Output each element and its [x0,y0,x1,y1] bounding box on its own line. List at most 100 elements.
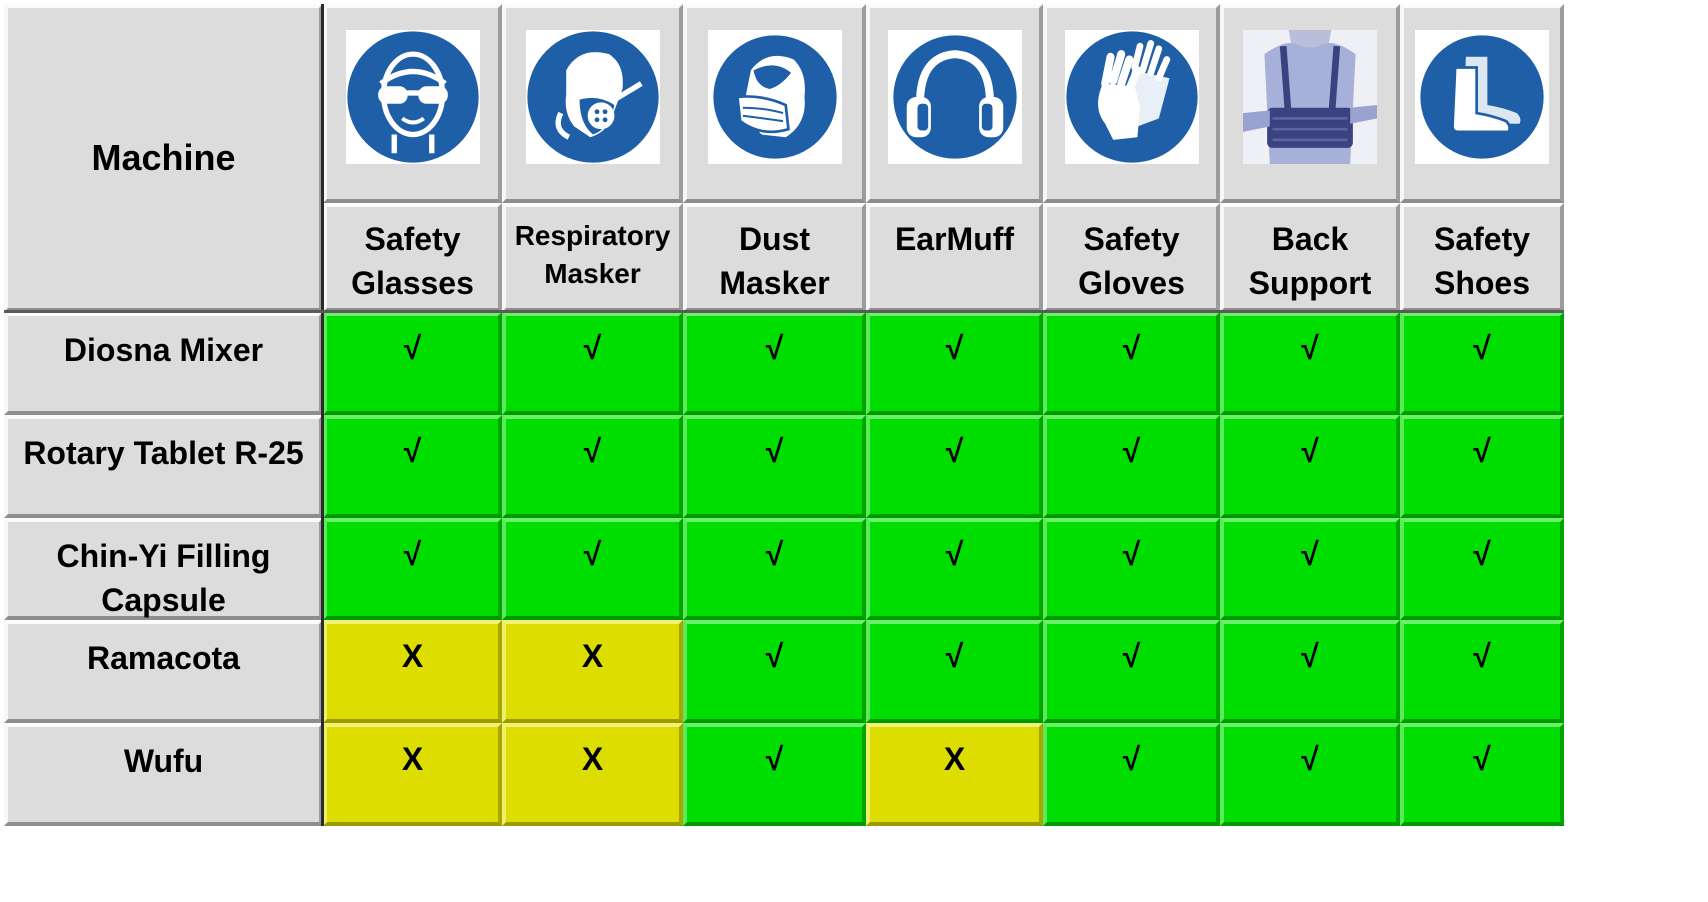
ppe-required-cell: √ [1400,415,1564,518]
ppe-required-cell: √ [1400,312,1564,415]
ppe-not-required-cell: X [323,723,502,826]
machine-name: Chin-Yi Filling Capsule [56,538,271,618]
machine-name: Wufu [123,743,204,779]
ppe-required-cell: √ [683,620,866,723]
check-mark: √ [1301,741,1319,777]
safety-shoes-icon [1415,30,1549,164]
row-label-machine: Rotary Tablet R-25 [4,415,323,518]
check-mark: √ [403,536,422,572]
ppe-required-cell: √ [502,415,683,518]
dust-mask-icon [707,30,842,164]
horizontal-divider-line [4,310,1564,313]
x-mark: X [401,741,424,777]
column-header-dust-masker: Dust Masker [683,203,866,312]
x-mark: X [401,638,424,674]
ppe-matrix-table: Machine Safety Glasses Respiratory Maske… [0,0,1708,902]
column-header-label: Safety Shoes [1433,221,1531,301]
column-header-safety-gloves: Safety Gloves [1043,203,1220,312]
ppe-required-cell: √ [683,415,866,518]
column-header-label: Safety Gloves [1078,221,1185,301]
safety-gloves-icon [1064,30,1199,164]
ppe-required-cell: √ [323,312,502,415]
column-header-earmuff: EarMuff [866,203,1043,312]
column-header-label: Back Support [1248,221,1372,301]
ppe-required-cell: √ [683,312,866,415]
ppe-required-cell: √ [1400,518,1564,620]
x-mark: X [581,638,604,674]
column-header-safety-shoes: Safety Shoes [1400,203,1564,312]
ppe-required-cell: √ [1220,518,1400,620]
check-mark: √ [765,330,784,366]
check-mark: √ [765,433,784,469]
check-mark: √ [1473,330,1491,366]
check-mark: √ [1122,433,1141,469]
column-header-label: Respiratory Masker [514,220,671,289]
row-label-machine: Wufu [4,723,323,826]
check-mark: √ [1473,741,1491,777]
ppe-required-cell: √ [1043,723,1220,826]
check-mark: √ [945,638,964,674]
check-mark: √ [583,330,602,366]
ppe-required-cell: √ [323,415,502,518]
check-mark: √ [403,433,422,469]
check-mark: √ [583,433,602,469]
machine-header: Machine [4,4,323,312]
machine-header-label: Machine [91,137,236,178]
check-mark: √ [1122,536,1141,572]
respirator-icon [525,30,660,164]
check-mark: √ [583,536,602,572]
ppe-required-cell: √ [866,312,1043,415]
ppe-required-cell: √ [502,518,683,620]
check-mark: √ [1301,536,1319,572]
row-label-machine: Diosna Mixer [4,312,323,415]
x-mark: X [581,741,604,777]
row-label-machine: Chin-Yi Filling Capsule [4,518,323,620]
check-mark: √ [1122,638,1141,674]
safety-glasses-icon [345,30,480,164]
column-header-safety-glasses: Safety Glasses [323,203,502,312]
ppe-not-required-cell: X [866,723,1043,826]
check-mark: √ [765,536,784,572]
ppe-required-cell: √ [866,518,1043,620]
column-header-back-support: Back Support [1220,203,1400,312]
check-mark: √ [403,330,422,366]
check-mark: √ [1122,330,1141,366]
check-mark: √ [1473,433,1491,469]
check-mark: √ [1122,741,1141,777]
ppe-required-cell: √ [866,415,1043,518]
ppe-required-cell: √ [1220,723,1400,826]
ppe-required-cell: √ [1043,415,1220,518]
column-header-respiratory-masker: Respiratory Masker [502,203,683,312]
ppe-required-cell: √ [502,312,683,415]
ppe-required-cell: √ [1043,518,1220,620]
ppe-required-cell: √ [1220,620,1400,723]
check-mark: √ [945,536,964,572]
ppe-not-required-cell: X [502,620,683,723]
column-header-label: Safety Glasses [351,221,474,301]
ppe-required-cell: √ [323,518,502,620]
earmuff-icon [887,30,1022,164]
back-support-icon [1243,30,1377,164]
check-mark: √ [765,638,784,674]
ppe-required-cell: √ [683,723,866,826]
ppe-required-cell: √ [1220,312,1400,415]
ppe-required-cell: √ [683,518,866,620]
check-mark: √ [945,433,964,469]
column-header-label: Dust Masker [719,221,830,301]
column-header-label: EarMuff [894,221,1015,257]
ppe-required-cell: √ [1400,620,1564,723]
check-mark: √ [1301,638,1319,674]
check-mark: √ [1473,536,1491,572]
check-mark: √ [945,330,964,366]
check-mark: √ [1301,433,1319,469]
ppe-required-cell: √ [1220,415,1400,518]
row-label-machine: Ramacota [4,620,323,723]
machine-name: Rotary Tablet R-25 [23,435,304,471]
machine-name: Ramacota [87,640,240,676]
vertical-divider-line [321,4,324,826]
ppe-required-cell: √ [1043,312,1220,415]
check-mark: √ [1473,638,1491,674]
ppe-required-cell: √ [866,620,1043,723]
ppe-required-cell: √ [1400,723,1564,826]
check-mark: √ [1301,330,1319,366]
